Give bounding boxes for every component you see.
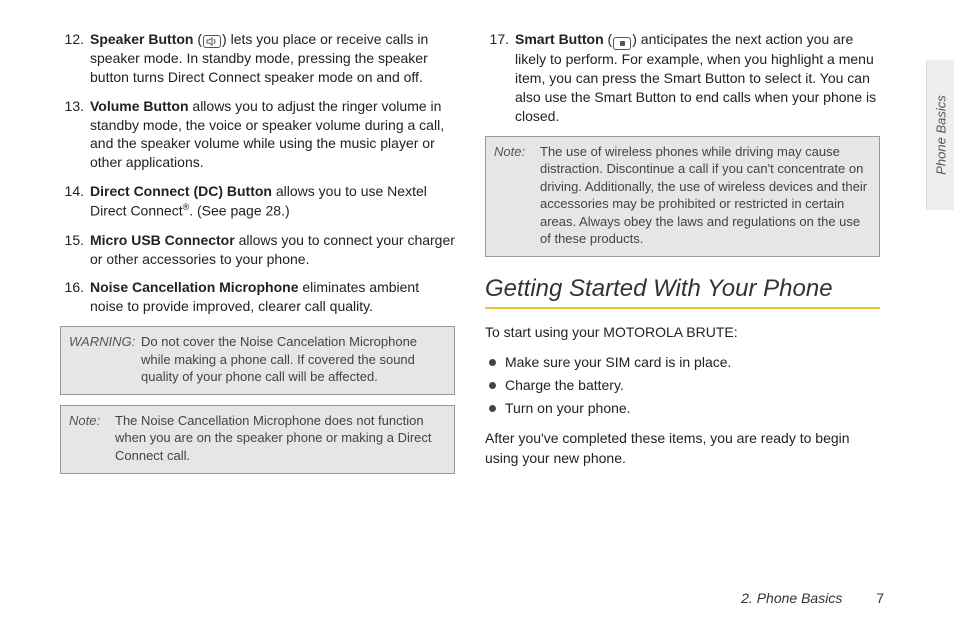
smart-button-icon (613, 37, 631, 50)
note-text: The Noise Cancellation Microphone does n… (115, 412, 446, 465)
term: Noise Cancellation Microphone (90, 279, 298, 295)
list-body: Direct Connect (DC) Button allows you to… (90, 182, 455, 220)
page: 12. Speaker Button () lets you place or … (0, 0, 954, 636)
right-column: 17. Smart Button () anticipates the next… (485, 30, 880, 540)
bullet-item: Turn on your phone. (489, 398, 880, 419)
list-number: 16. (60, 278, 90, 316)
list-item-16: 16. Noise Cancellation Microphone elimin… (60, 278, 455, 316)
term: Direct Connect (DC) Button (90, 183, 272, 199)
section-tab: Phone Basics (926, 60, 954, 210)
chapter-label: 2. Phone Basics (741, 590, 842, 606)
list-item-12: 12. Speaker Button () lets you place or … (60, 30, 455, 87)
term: Smart Button (515, 31, 604, 47)
bullet-item: Make sure your SIM card is in place. (489, 352, 880, 373)
list-number: 15. (60, 231, 90, 269)
list-body: Noise Cancellation Microphone eliminates… (90, 278, 455, 316)
warning-label: WARNING: (69, 333, 141, 386)
term: Micro USB Connector (90, 232, 235, 248)
list-item-17: 17. Smart Button () anticipates the next… (485, 30, 880, 126)
section-rule (485, 307, 880, 309)
section-tab-label: Phone Basics (933, 95, 948, 175)
note-text: The use of wireless phones while driving… (540, 143, 871, 248)
list-number: 17. (485, 30, 515, 126)
list-number: 14. (60, 182, 90, 220)
bullet-list: Make sure your SIM card is in place. Cha… (489, 352, 880, 419)
list-body: Speaker Button () lets you place or rece… (90, 30, 455, 87)
list-number: 13. (60, 97, 90, 173)
list-number: 12. (60, 30, 90, 87)
list-item-14: 14. Direct Connect (DC) Button allows yo… (60, 182, 455, 220)
list-body: Smart Button () anticipates the next act… (515, 30, 880, 126)
list-body: Micro USB Connector allows you to connec… (90, 231, 455, 269)
note-label: Note: (69, 412, 115, 465)
list-item-13: 13. Volume Button allows you to adjust t… (60, 97, 455, 173)
term: Speaker Button (90, 31, 193, 47)
note-label: Note: (494, 143, 540, 248)
section-outro: After you've completed these items, you … (485, 429, 880, 468)
list-item-15: 15. Micro USB Connector allows you to co… (60, 231, 455, 269)
warning-callout: WARNING: Do not cover the Noise Cancelat… (60, 326, 455, 395)
speaker-icon (203, 35, 221, 48)
section-intro: To start using your MOTOROLA BRUTE: (485, 323, 880, 343)
left-column: 12. Speaker Button () lets you place or … (60, 30, 455, 540)
note-callout: Note: The Noise Cancellation Microphone … (60, 405, 455, 474)
page-footer: 2. Phone Basics 7 (741, 590, 884, 606)
two-column-layout: 12. Speaker Button () lets you place or … (60, 30, 894, 540)
bullet-item: Charge the battery. (489, 375, 880, 396)
section-title: Getting Started With Your Phone (485, 275, 880, 303)
warning-text: Do not cover the Noise Cancelation Micro… (141, 333, 446, 386)
page-number: 7 (876, 590, 884, 606)
list-body: Volume Button allows you to adjust the r… (90, 97, 455, 173)
list-text-b: . (See page 28.) (189, 203, 289, 219)
term: Volume Button (90, 98, 189, 114)
note-callout: Note: The use of wireless phones while d… (485, 136, 880, 257)
